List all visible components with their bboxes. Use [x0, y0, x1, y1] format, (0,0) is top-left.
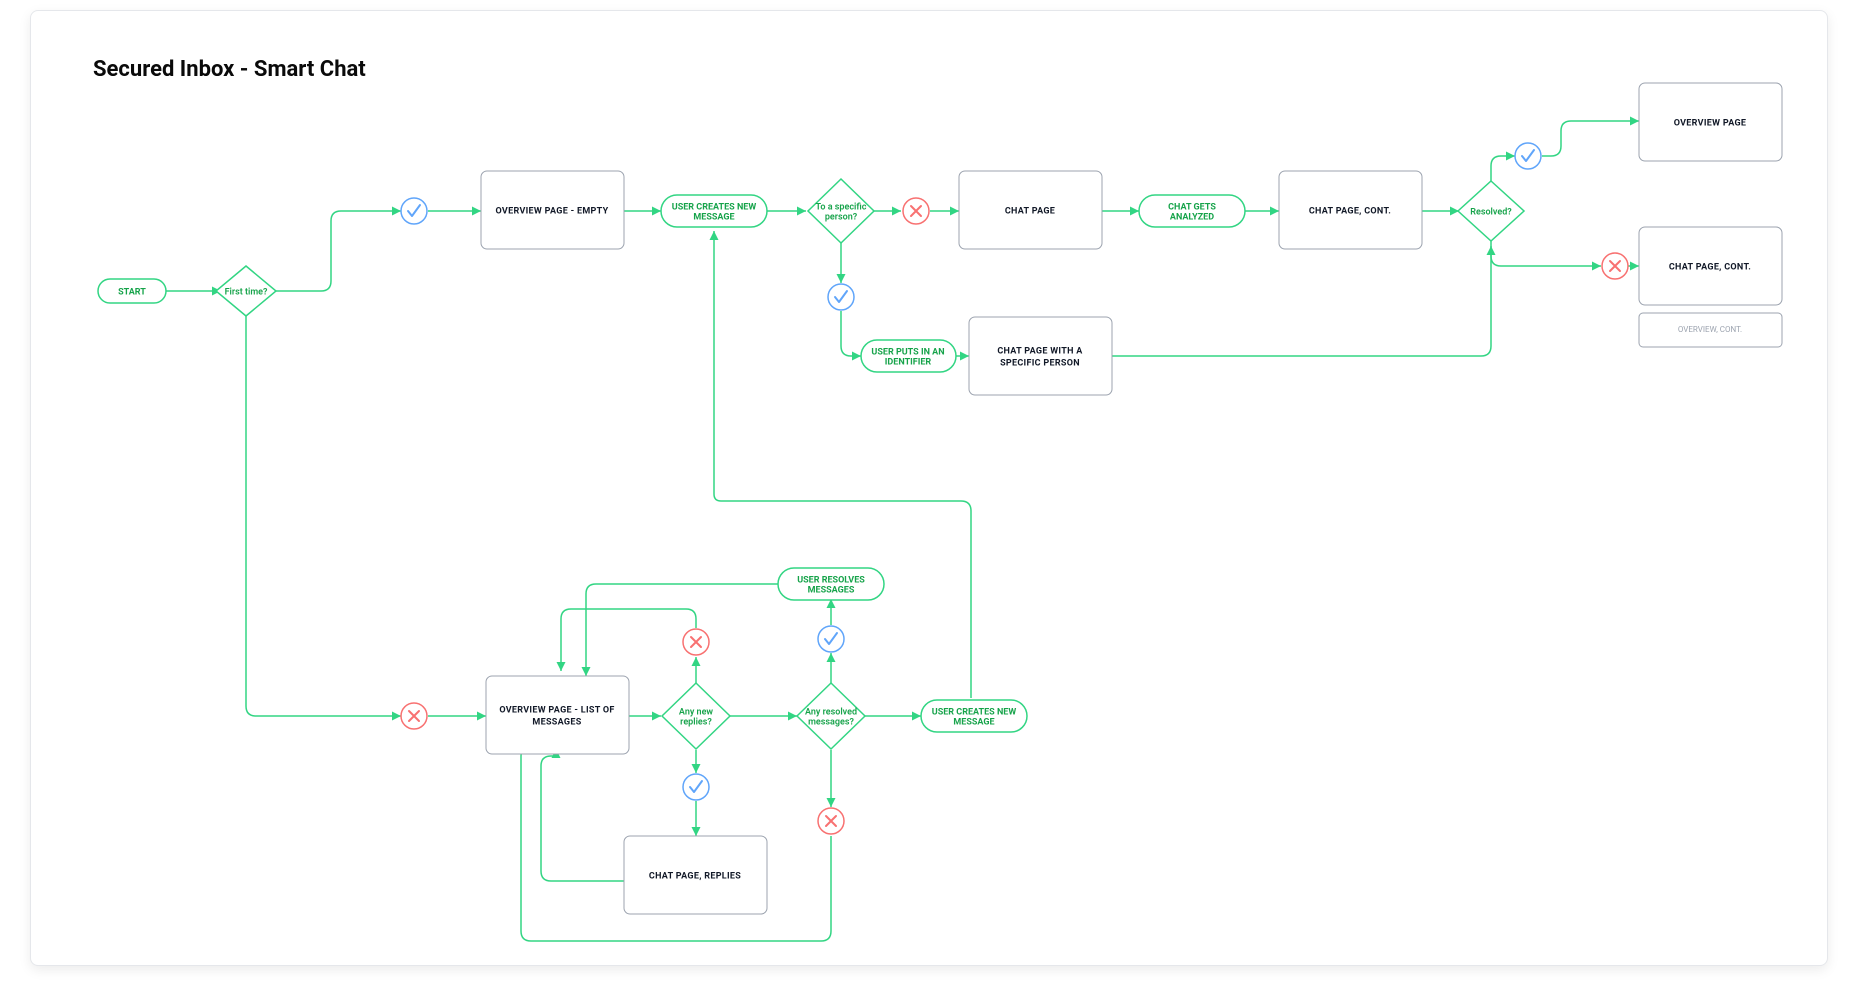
pill-user-puts-identifier: USER PUTS IN AN IDENTIFIER: [861, 340, 956, 372]
svg-text:MESSAGES: MESSAGES: [532, 717, 581, 727]
svg-text:Any resolved: Any resolved: [805, 707, 857, 717]
svg-text:messages?: messages?: [808, 717, 854, 727]
svg-text:OVERVIEW PAGE - EMPTY: OVERVIEW PAGE - EMPTY: [496, 206, 609, 216]
svg-text:MESSAGE: MESSAGE: [693, 212, 734, 222]
svg-text:SPECIFIC PERSON: SPECIFIC PERSON: [1000, 358, 1080, 368]
svg-text:MESSAGES: MESSAGES: [808, 585, 855, 595]
box-chat-page-cont: CHAT PAGE, CONT.: [1279, 171, 1422, 249]
no-badge-any-resolved: [818, 808, 844, 834]
svg-text:OVERVIEW, CONT.: OVERVIEW, CONT.: [1678, 325, 1742, 334]
decision-specific-person: To a specific person?: [808, 179, 874, 243]
svg-text:CHAT PAGE, REPLIES: CHAT PAGE, REPLIES: [649, 871, 741, 881]
svg-text:OVERVIEW PAGE - LIST OF: OVERVIEW PAGE - LIST OF: [499, 705, 614, 715]
pill-user-resolves: USER RESOLVES MESSAGES: [778, 568, 884, 600]
box-overview-page: OVERVIEW PAGE: [1639, 83, 1782, 161]
svg-text:Any new: Any new: [679, 707, 714, 717]
svg-text:CHAT PAGE, CONT.: CHAT PAGE, CONT.: [1669, 262, 1751, 272]
box-overview-list: OVERVIEW PAGE - LIST OF MESSAGES: [486, 676, 629, 754]
svg-text:USER PUTS IN AN: USER PUTS IN AN: [871, 347, 944, 357]
svg-text:replies?: replies?: [680, 717, 712, 727]
no-badge-first-time: [401, 703, 427, 729]
svg-text:CHAT PAGE: CHAT PAGE: [1005, 206, 1055, 216]
svg-text:IDENTIFIER: IDENTIFIER: [885, 357, 932, 367]
yes-badge-new-replies: [683, 774, 709, 800]
svg-text:First time?: First time?: [225, 287, 268, 297]
decision-resolved: Resolved?: [1458, 181, 1524, 241]
start-node: START: [98, 279, 166, 303]
pill-user-creates-new: USER CREATES NEW MESSAGE: [661, 195, 767, 227]
svg-text:person?: person?: [825, 212, 858, 222]
svg-text:To a specific: To a specific: [816, 202, 867, 212]
svg-text:USER CREATES NEW: USER CREATES NEW: [672, 202, 757, 212]
svg-text:Resolved?: Resolved?: [1470, 207, 1512, 217]
decision-new-replies: Any new replies?: [662, 683, 730, 749]
svg-text:USER RESOLVES: USER RESOLVES: [797, 575, 865, 585]
yes-badge-first-time: [401, 198, 427, 224]
svg-text:CHAT PAGE, CONT.: CHAT PAGE, CONT.: [1309, 206, 1391, 216]
svg-text:OVERVIEW PAGE: OVERVIEW PAGE: [1674, 118, 1747, 128]
no-badge-new-replies: [683, 629, 709, 655]
yes-badge-resolved: [1515, 143, 1541, 169]
box-chat-page-replies: CHAT PAGE, REPLIES: [624, 836, 767, 914]
decision-first-time: First time?: [216, 266, 276, 316]
box-overview-empty: OVERVIEW PAGE - EMPTY: [481, 171, 624, 249]
box-chat-page: CHAT PAGE: [959, 171, 1102, 249]
svg-text:USER CREATES NEW: USER CREATES NEW: [932, 707, 1017, 717]
svg-text:CHAT GETS: CHAT GETS: [1168, 202, 1216, 212]
pill-user-creates-new-2: USER CREATES NEW MESSAGE: [921, 700, 1027, 732]
yes-badge-any-resolved: [818, 626, 844, 652]
yes-badge-specific-person: [828, 284, 854, 310]
no-badge-specific-person: [903, 198, 929, 224]
svg-text:MESSAGE: MESSAGE: [953, 717, 994, 727]
pill-chat-analyzed: CHAT GETS ANALYZED: [1139, 195, 1245, 227]
box-chat-page-specific: CHAT PAGE WITH A SPECIFIC PERSON: [969, 317, 1112, 395]
decision-any-resolved: Any resolved messages?: [797, 683, 865, 749]
svg-text:CHAT PAGE WITH A: CHAT PAGE WITH A: [997, 346, 1083, 356]
box-chat-page-cont-2: CHAT PAGE, CONT. OVERVIEW, CONT.: [1639, 227, 1782, 347]
no-badge-resolved: [1602, 253, 1628, 279]
svg-text:START: START: [118, 287, 146, 297]
svg-text:ANALYZED: ANALYZED: [1170, 212, 1214, 222]
